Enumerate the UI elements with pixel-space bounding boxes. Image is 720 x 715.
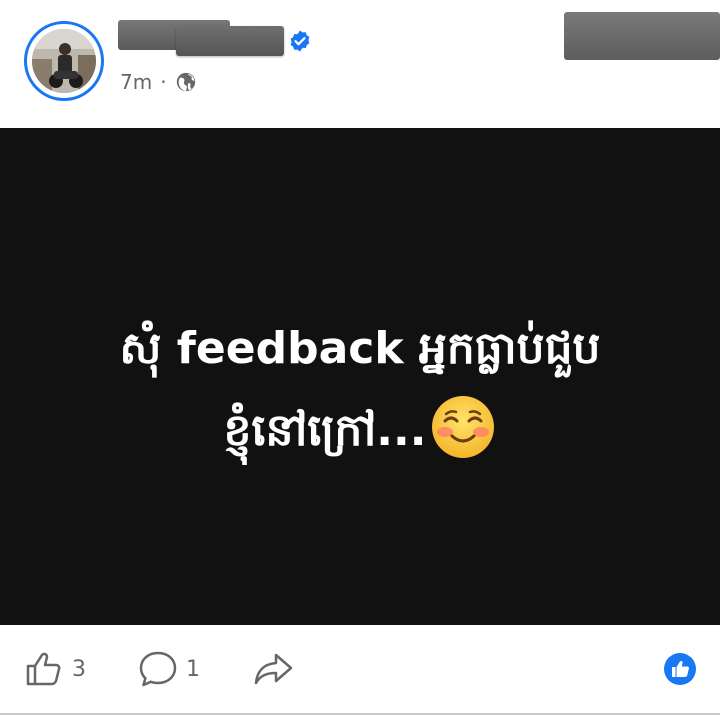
globe-icon[interactable] bbox=[175, 71, 197, 93]
comment-bubble-icon bbox=[139, 651, 177, 687]
meta-separator: · bbox=[160, 70, 167, 94]
post-header: 7m · bbox=[0, 0, 720, 128]
share-button[interactable] bbox=[252, 649, 294, 689]
share-arrow-icon bbox=[254, 653, 293, 685]
thumbs-up-outline-icon bbox=[26, 652, 61, 686]
post-meta: 7m · bbox=[120, 68, 197, 96]
post-image[interactable]: សុំ feedback អ្នកធ្លាប់ជួប ខ្ញុំនៅក្រៅ..… bbox=[0, 128, 720, 625]
comment-count: 1 bbox=[186, 656, 200, 682]
smiling-face-with-blush-icon bbox=[432, 396, 495, 458]
verified-badge-icon bbox=[290, 30, 310, 52]
post-image-text-line2: ខ្ញុំនៅក្រៅ... bbox=[223, 405, 427, 456]
author-name-redacted-overlay[interactable] bbox=[176, 26, 284, 56]
like-button[interactable]: 3 bbox=[24, 649, 86, 689]
like-reaction-icon[interactable] bbox=[664, 653, 696, 685]
avatar-photo bbox=[32, 29, 96, 93]
avatar[interactable] bbox=[24, 21, 104, 101]
comment-button[interactable]: 1 bbox=[138, 649, 200, 689]
post-image-text-line2-wrap: ខ្ញុំនៅក្រៅ... bbox=[0, 390, 720, 472]
post-image-text-line1: សុំ feedback អ្នកធ្លាប់ជួប bbox=[119, 323, 601, 374]
like-count: 3 bbox=[72, 656, 86, 682]
post-timestamp[interactable]: 7m bbox=[120, 70, 152, 94]
header-redacted-block bbox=[564, 12, 720, 60]
post-action-bar: 3 1 bbox=[0, 625, 720, 713]
post-image-text: សុំ feedback អ្នកធ្លាប់ជួប ខ្ញុំនៅក្រៅ..… bbox=[0, 308, 720, 472]
